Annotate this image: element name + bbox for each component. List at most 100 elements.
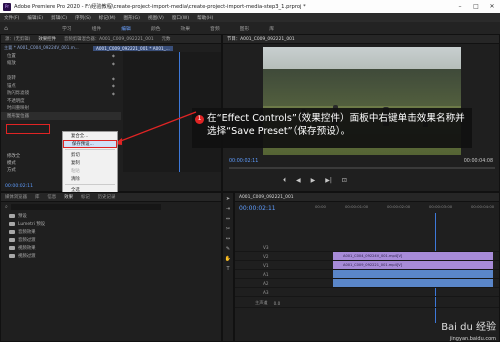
menu-file[interactable]: 文件(F) [0,15,23,21]
program-scrubber[interactable] [229,167,495,169]
timeline-ruler[interactable]: 00:00 00:00:01:00 00:00:02:00 00:00:03:0… [315,204,499,214]
ruler-tick: 00:00:01:00 [345,204,369,209]
selection-tool-icon[interactable]: ➤ [224,195,232,203]
master-track[interactable]: 主声道 0.0 [235,299,499,308]
workspace-color[interactable]: 颜色 [141,25,171,32]
effects-panel-tabs: 媒体浏览器 库 信息 效果 标记 历史记录 [1,193,221,202]
ec-timecode[interactable]: 00:00:02:11 [5,184,33,189]
effects-folder[interactable]: 预设 [1,212,221,220]
tab-info[interactable]: 信息 [43,194,60,200]
property-row[interactable]: 防闪烁滤镜 ◆ [1,90,121,98]
timeline-clip-label: A001_C009_092221_001 * A001_... [93,45,173,51]
pen-tool-icon[interactable]: ✎ [224,245,232,253]
property-row[interactable]: 旋转 ◆ [1,75,121,83]
menu-bar: 文件(F) 编辑(E) 剪辑(C) 序列(S) 标记(M) 图形(G) 视图(V… [0,13,500,22]
property-row[interactable] [1,67,121,75]
ruler-tick: 00:00 [315,204,326,209]
effect-name-row[interactable]: 图形复位器 [1,112,121,120]
track-a3[interactable]: A3 [235,288,499,297]
workspace-assembly[interactable]: 组件 [82,25,112,32]
video-trees [263,68,461,112]
tab-audio-clip-mixer[interactable]: 音频剪辑混合器：A001_C009_092221_001 [60,36,158,42]
workspace-libraries[interactable]: 库 [259,25,284,32]
home-icon[interactable]: ⌂ [0,25,12,32]
menu-clip[interactable]: 剪辑(C) [47,15,71,21]
effects-folder[interactable]: Lumetri 预设 [1,220,221,228]
clip-header: 主要 * A001_C004_09224V_001.m... A001_C009… [1,44,221,52]
timeline-audio-clip[interactable] [333,279,493,287]
source-clip-label: 主要 * A001_C004_09224V_001.m... [4,45,79,50]
tab-effect-controls[interactable]: 效果控件 [34,36,60,42]
maximize-icon[interactable]: □ [468,3,484,10]
step-back-icon[interactable]: ◀ [296,177,301,185]
track-select-icon[interactable]: ⇥ [224,205,232,213]
mark-in-icon[interactable]: ⏴ [283,177,286,185]
timeline-clip[interactable]: A001_C004_09224V_001.mp4[V] [333,252,493,260]
tab-metadata[interactable]: 元数 [158,36,175,42]
property-row[interactable]: 缩放 ◆ [1,60,121,68]
tab-sequence[interactable]: A001_C009_092221_001 [235,195,298,200]
tab-media-browser[interactable]: 媒体浏览器 [1,194,31,200]
effects-folder[interactable]: 视频效果 [1,244,221,252]
workspace-graphics[interactable]: 图形 [230,25,260,32]
menu-item-paste[interactable]: 粘贴 [63,167,117,175]
menu-edit[interactable]: 编辑(E) [23,15,47,21]
tab-libraries[interactable]: 库 [31,194,43,200]
menu-view[interactable]: 视图(V) [144,15,168,21]
property-row[interactable]: 时间重映射 [1,105,121,113]
export-frame-icon[interactable]: ⊡ [342,177,347,185]
effects-folder[interactable]: 音频效果 [1,228,221,236]
keyframe-icon[interactable]: ◆ [112,76,115,81]
effects-folder[interactable]: 视频过渡 [1,252,221,260]
timeline-audio-clip[interactable] [333,270,493,278]
workspace-editing[interactable]: 编辑 [111,25,141,32]
keyframe-icon[interactable]: ◆ [112,53,115,58]
step-forward-icon[interactable]: ▶| [325,177,332,185]
keyframe-icon[interactable]: ◆ [112,83,115,88]
workspace-effects[interactable]: 效果 [170,25,200,32]
tab-history[interactable]: 历史记录 [94,194,120,200]
folder-icon [9,246,15,250]
timeline-timecode[interactable]: 00:00:02:11 [239,205,276,212]
program-timecode-left[interactable]: 00:00:02:11 [229,159,258,164]
menu-item-cut[interactable]: 剪切 [63,151,117,159]
menu-window[interactable]: 窗口(W) [168,15,193,21]
close-icon[interactable]: ✕ [484,3,500,10]
slip-tool-icon[interactable]: ↔ [224,235,232,243]
effects-folder[interactable]: 音频过渡 [1,236,221,244]
workspace-audio[interactable]: 音频 [200,25,230,32]
menu-item-reset[interactable]: 复合全... [63,132,117,140]
keyframe-icon[interactable]: ◆ [112,91,115,96]
hand-tool-icon[interactable]: ✋ [224,255,232,263]
keyframe-icon[interactable]: ◆ [112,61,115,66]
menu-item-clear[interactable]: 清除 [63,175,117,183]
track-v3[interactable]: V3 [235,243,499,252]
premiere-logo-icon: Pr [3,2,11,11]
type-tool-icon[interactable]: T [224,265,232,273]
menu-item-save-preset[interactable]: 保存预设... [63,140,117,148]
effect-name[interactable]: 图形复位器 [7,113,29,119]
menu-graphics[interactable]: 图形(G) [120,15,144,21]
search-input[interactable] [10,204,161,210]
tab-effects[interactable]: 效果 [60,194,77,200]
menu-sequence[interactable]: 序列(S) [71,15,95,21]
play-icon[interactable]: ▶ [311,177,316,185]
ruler-tick: 00:00:03:00 [429,204,453,209]
menu-help[interactable]: 帮助(H) [193,15,217,21]
property-row[interactable]: 锚点 ◆ [1,82,121,90]
baidu-watermark-url: jingyan.baidu.com [449,336,496,342]
menu-separator [65,149,115,150]
ripple-edit-icon[interactable]: ⇔ [224,215,232,223]
menu-item-copy[interactable]: 复制 [63,159,117,167]
property-row[interactable]: 不透明度 [1,97,121,105]
tab-program[interactable]: 节目：A001_C009_092221_001 [223,36,299,42]
timeline-clip[interactable]: A001_C009_092221_001.mp4[V] [333,261,493,269]
tab-source[interactable]: 源：(无剪辑) [1,36,34,42]
property-row[interactable]: 位置 ◆ [1,52,121,60]
workspace-learn[interactable]: 学习 [52,25,82,32]
menu-markers[interactable]: 标记(M) [95,15,120,21]
effects-search-row: ⌕ [1,202,221,212]
minimize-icon[interactable]: – [452,3,468,10]
razor-tool-icon[interactable]: ✂ [224,225,232,233]
tab-markers[interactable]: 标记 [77,194,94,200]
